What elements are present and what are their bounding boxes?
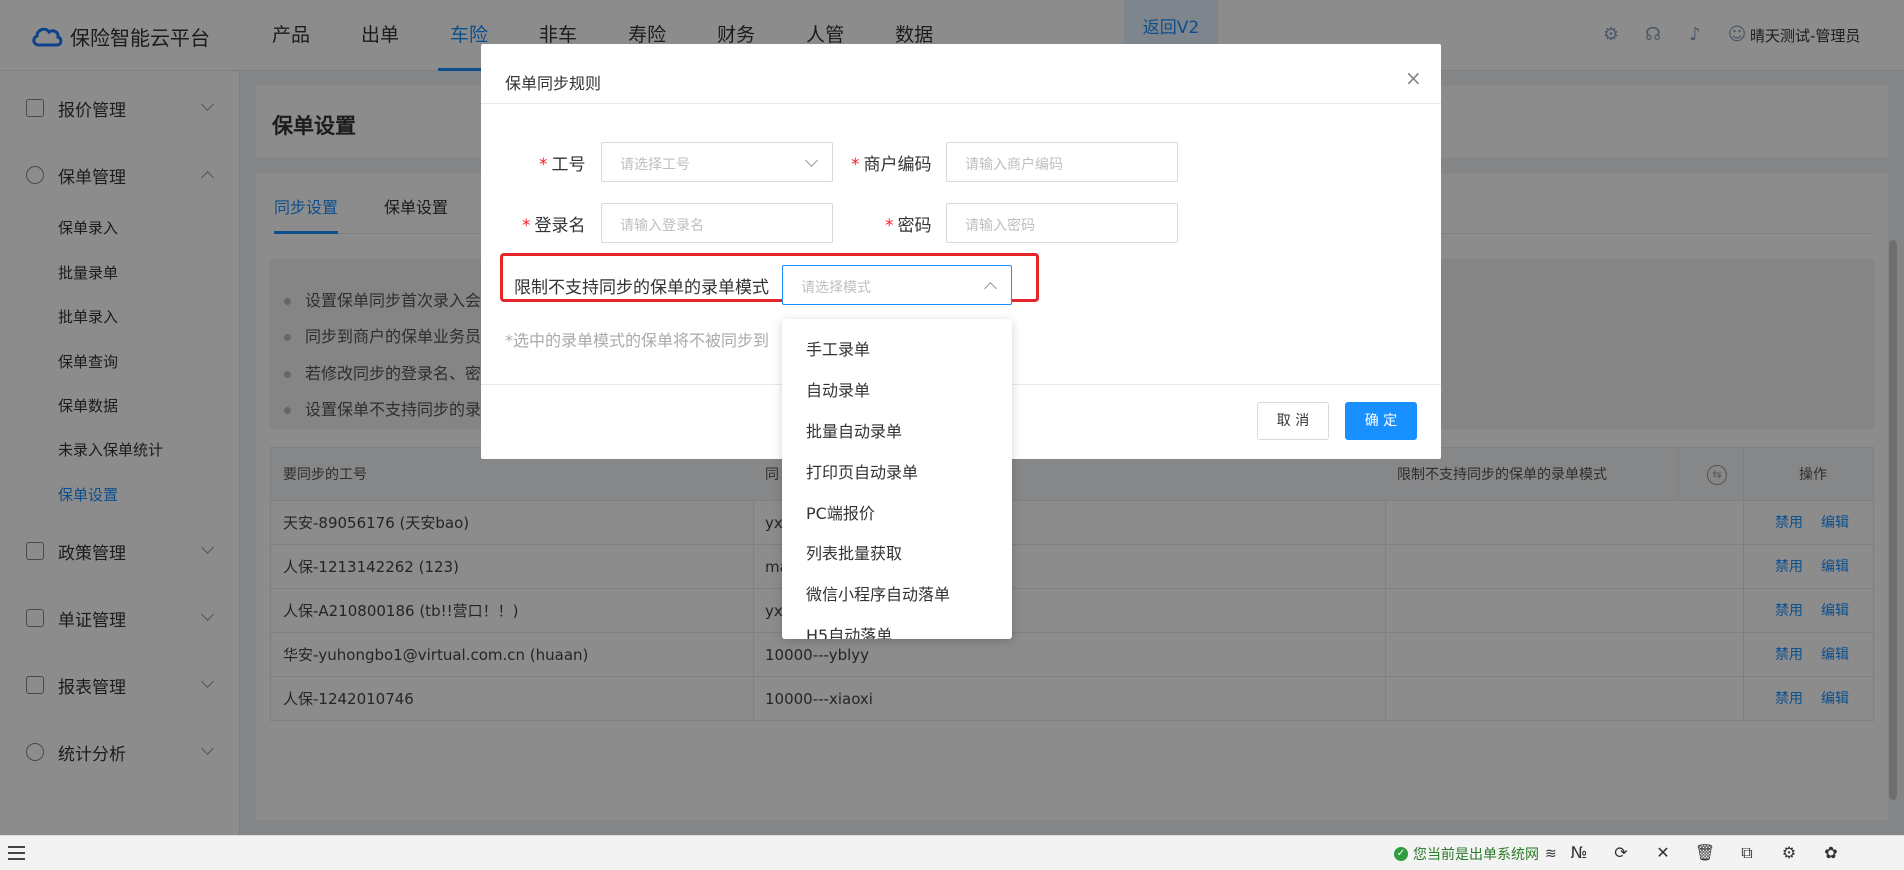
- cancel-button[interactable]: 取 消: [1257, 402, 1329, 440]
- paw-icon[interactable]: ✿: [1820, 842, 1842, 864]
- required-mark: *: [885, 216, 894, 236]
- login-name-label: * 登录名: [522, 211, 586, 236]
- settings-icon[interactable]: ⚙: [1778, 842, 1800, 864]
- number-icon[interactable]: №: [1568, 842, 1590, 864]
- login-name-label-text: 登录名: [534, 216, 586, 236]
- modal-title: 保单同步规则: [505, 74, 602, 93]
- login-name-placeholder: 请输入登录名: [620, 218, 704, 234]
- chevron-up-icon: [984, 282, 997, 295]
- close-icon[interactable]: ×: [1405, 66, 1422, 90]
- password-label-text: 密码: [897, 216, 932, 236]
- dropdown-option-manual[interactable]: 手工录单: [806, 336, 870, 360]
- restricted-mode-placeholder: 请选择模式: [801, 280, 871, 296]
- required-mark: *: [851, 155, 860, 175]
- system-status: ✓ 您当前是出单系统网 ≋: [1394, 844, 1557, 864]
- copy-icon[interactable]: ⧉: [1736, 842, 1758, 864]
- bottom-status-bar: ✓ 您当前是出单系统网 ≋ № ⟳ ✕ 🗑 ⧉ ⚙ ✿: [0, 835, 1904, 870]
- password-placeholder: 请输入密码: [965, 218, 1035, 234]
- confirm-button[interactable]: 确 定: [1345, 402, 1417, 440]
- dropdown-option-h5-auto[interactable]: H5自动落单: [806, 622, 892, 639]
- job-no-label-text: 工号: [551, 155, 586, 175]
- merchant-code-placeholder: 请输入商户编码: [965, 157, 1063, 173]
- dropdown-option-wechat-mini[interactable]: 微信小程序自动落单: [806, 581, 950, 605]
- close-icon[interactable]: ✕: [1652, 842, 1674, 864]
- check-circle-icon: ✓: [1394, 847, 1408, 861]
- mode-dropdown-menu: 手工录单 自动录单 批量自动录单 打印页自动录单 PC端报价 列表批量获取 微信…: [782, 319, 1012, 639]
- merchant-code-label: * 商户编码: [851, 150, 932, 175]
- menu-icon[interactable]: [8, 846, 25, 860]
- job-no-label: * 工号: [539, 150, 586, 175]
- dropdown-option-batch-auto[interactable]: 批量自动录单: [806, 418, 902, 442]
- chevron-down-icon: [805, 154, 818, 167]
- dropdown-option-list-batch[interactable]: 列表批量获取: [806, 540, 902, 564]
- dropdown-option-print-page-auto[interactable]: 打印页自动录单: [806, 459, 918, 483]
- dropdown-option-pc-quote[interactable]: PC端报价: [806, 500, 875, 524]
- hint-text: *选中的录单模式的保单将不被同步到: [505, 331, 770, 350]
- merchant-code-input[interactable]: 请输入商户编码: [946, 142, 1178, 182]
- merchant-code-label-text: 商户编码: [863, 155, 932, 175]
- tray-icons: № ⟳ ✕ 🗑 ⧉ ⚙ ✿: [1568, 842, 1862, 864]
- trash-icon[interactable]: 🗑: [1694, 842, 1716, 864]
- system-status-text: 您当前是出单系统网: [1413, 847, 1539, 863]
- restricted-mode-label: 限制不支持同步的保单的录单模式: [514, 278, 769, 298]
- password-label: * 密码: [885, 211, 932, 236]
- refresh-icon[interactable]: ⟳: [1610, 842, 1632, 864]
- password-input[interactable]: 请输入密码: [946, 203, 1178, 243]
- modal-header: 保单同步规则 ×: [481, 44, 1441, 104]
- restricted-mode-select[interactable]: 请选择模式: [782, 265, 1012, 305]
- wifi-icon: ≋: [1545, 846, 1557, 862]
- required-mark: *: [522, 216, 531, 236]
- required-mark: *: [539, 155, 548, 175]
- login-name-input[interactable]: 请输入登录名: [601, 203, 833, 243]
- dropdown-option-auto[interactable]: 自动录单: [806, 377, 870, 401]
- job-no-placeholder: 请选择工号: [620, 157, 690, 173]
- job-no-select[interactable]: 请选择工号: [601, 142, 833, 182]
